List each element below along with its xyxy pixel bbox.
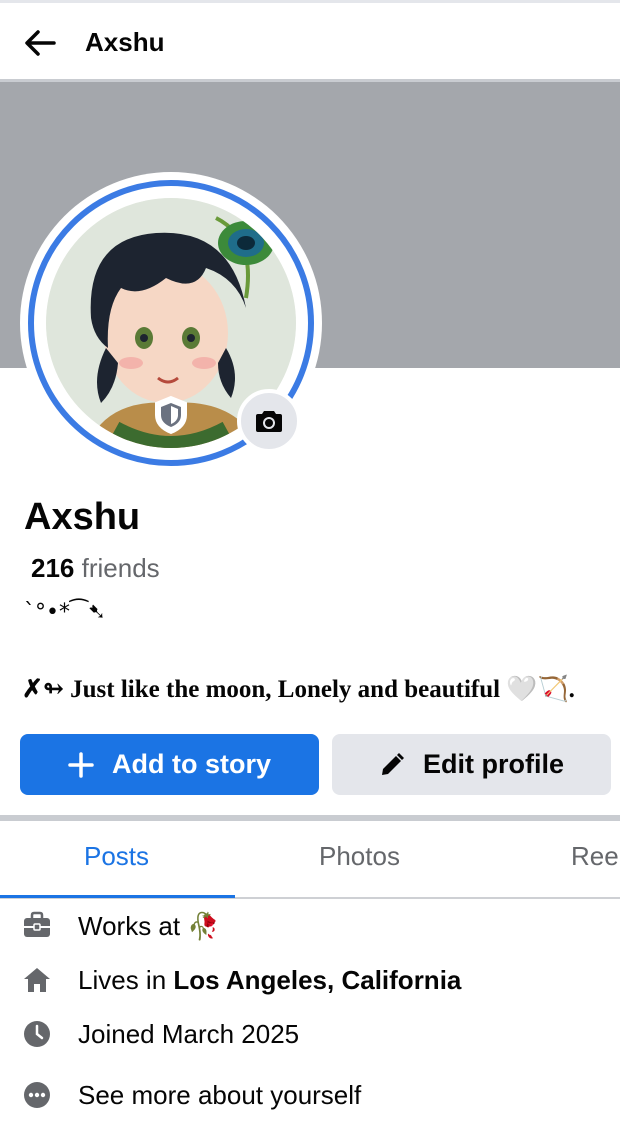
- work-prefix: Works at: [78, 911, 181, 941]
- shield-icon: [155, 395, 187, 435]
- add-to-story-label: Add to story: [112, 749, 271, 779]
- location-prefix: Lives in: [78, 965, 167, 995]
- add-to-story-button[interactable]: Add to story: [20, 734, 319, 795]
- change-photo-button[interactable]: [237, 389, 301, 453]
- edit-profile-button[interactable]: Edit profile: [332, 734, 611, 795]
- info-joined: Joined March 2025: [0, 1015, 620, 1055]
- more-dots-icon: [24, 1082, 50, 1108]
- clock-icon: [24, 1021, 50, 1047]
- location-value: Los Angeles, California: [173, 965, 462, 995]
- tab-photos[interactable]: Photos: [319, 841, 400, 872]
- bio-decoration: `°•*⁀➷: [24, 600, 107, 625]
- active-tab-indicator: [0, 895, 235, 898]
- see-more-text: See more about yourself: [78, 1080, 362, 1110]
- back-button[interactable]: [22, 25, 58, 61]
- work-emoji: 🥀: [187, 911, 220, 941]
- friends-count[interactable]: 216 friends: [31, 553, 160, 584]
- friends-label: friends: [81, 553, 160, 583]
- tab-posts[interactable]: Posts: [84, 841, 149, 872]
- tab-reels[interactable]: Reels: [571, 841, 620, 872]
- bio-text: ✗↬ Just like the moon, Lonely and beauti…: [22, 676, 575, 703]
- plus-icon: [68, 751, 94, 778]
- briefcase-icon: [24, 911, 50, 937]
- arrow-left-icon: [25, 30, 56, 56]
- profile-name: Axshu: [24, 496, 141, 538]
- edit-profile-label: Edit profile: [423, 749, 564, 779]
- friends-number: 216: [31, 553, 75, 583]
- info-location[interactable]: Lives in Los Angeles, California: [0, 961, 620, 1001]
- top-bar: Axshu: [0, 0, 620, 79]
- profile-tabs: Posts Photos Reels: [0, 821, 620, 899]
- pencil-icon: [382, 752, 404, 775]
- camera-icon: [256, 411, 282, 432]
- joined-text: Joined March 2025: [78, 1019, 300, 1049]
- info-work[interactable]: Works at 🥀: [0, 907, 620, 947]
- see-more-about[interactable]: See more about yourself: [0, 1076, 620, 1116]
- page-title: Axshu: [85, 27, 165, 57]
- home-icon: [24, 968, 50, 992]
